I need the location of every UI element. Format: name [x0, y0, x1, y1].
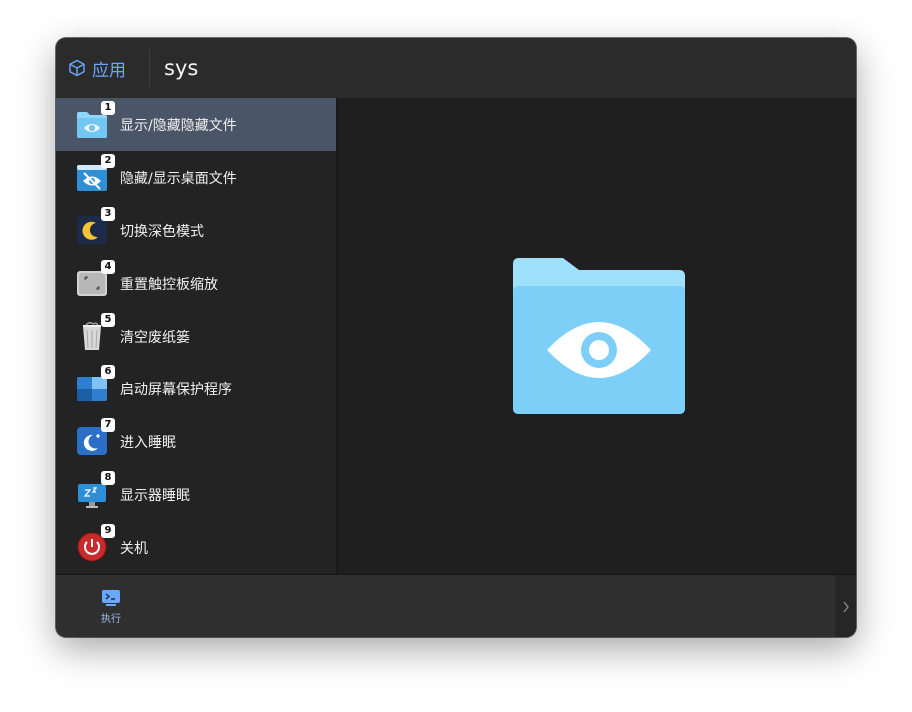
- result-label: 隐藏/显示桌面文件: [120, 170, 237, 187]
- result-item-shutdown[interactable]: 9 关机: [56, 521, 336, 574]
- chevron-right-icon: [842, 601, 849, 612]
- more-actions-button[interactable]: [835, 575, 856, 637]
- result-item-show-hidden-files[interactable]: 1 显示/隐藏隐藏文件: [56, 98, 336, 151]
- search-divider: [149, 50, 150, 86]
- result-item-hide-desktop-files[interactable]: 2 隐藏/显示桌面文件: [56, 151, 336, 204]
- terminal-icon: [102, 590, 120, 606]
- search-bar: 应用: [56, 38, 856, 99]
- result-shortcut-number: 2: [101, 153, 115, 168]
- result-label: 显示器睡眠: [120, 488, 190, 505]
- result-list: 1 显示/隐藏隐藏文件 2 隐藏/显示桌面文件 3 切换深色模式 4 重置触控板…: [56, 98, 336, 574]
- result-shortcut-number: 4: [101, 259, 115, 274]
- preview-pane: [337, 98, 856, 574]
- app-scope-selector[interactable]: 应用: [68, 56, 126, 81]
- app-scope-label: 应用: [92, 60, 126, 81]
- result-label: 重置触控板缩放: [120, 276, 218, 293]
- result-label: 清空废纸篓: [120, 329, 190, 346]
- result-shortcut-number: 3: [101, 206, 115, 221]
- result-shortcut-number: 1: [101, 101, 115, 115]
- execute-button[interactable]: 执行: [96, 589, 126, 629]
- result-label: 启动屏幕保护程序: [120, 382, 232, 399]
- launcher-window: 应用 1 显示/隐藏隐藏文件: [56, 38, 856, 637]
- result-item-display-sleep[interactable]: 8 显示器睡眠: [56, 468, 336, 521]
- result-label: 进入睡眠: [120, 435, 176, 452]
- cube-icon: [68, 59, 86, 77]
- result-item-sleep[interactable]: 7 进入睡眠: [56, 415, 336, 468]
- result-label: 切换深色模式: [120, 223, 204, 240]
- result-item-empty-trash[interactable]: 5 清空废纸篓: [56, 310, 336, 363]
- result-item-start-screensaver[interactable]: 6 启动屏幕保护程序: [56, 362, 336, 415]
- result-shortcut-number: 7: [101, 418, 115, 433]
- result-shortcut-number: 6: [101, 365, 115, 380]
- result-shortcut-number: 8: [101, 471, 115, 486]
- execute-label: 执行: [101, 614, 121, 625]
- action-bar: 执行: [56, 574, 856, 637]
- eye-folder-icon: [513, 258, 685, 414]
- result-item-toggle-dark-mode[interactable]: 3 切换深色模式: [56, 204, 336, 257]
- result-shortcut-number: 9: [101, 524, 115, 539]
- result-shortcut-number: 5: [101, 312, 115, 327]
- result-label: 显示/隐藏隐藏文件: [120, 118, 237, 134]
- result-label: 关机: [120, 541, 148, 558]
- search-input[interactable]: [164, 52, 824, 84]
- result-item-reset-trackpad-zoom[interactable]: 4 重置触控板缩放: [56, 257, 336, 310]
